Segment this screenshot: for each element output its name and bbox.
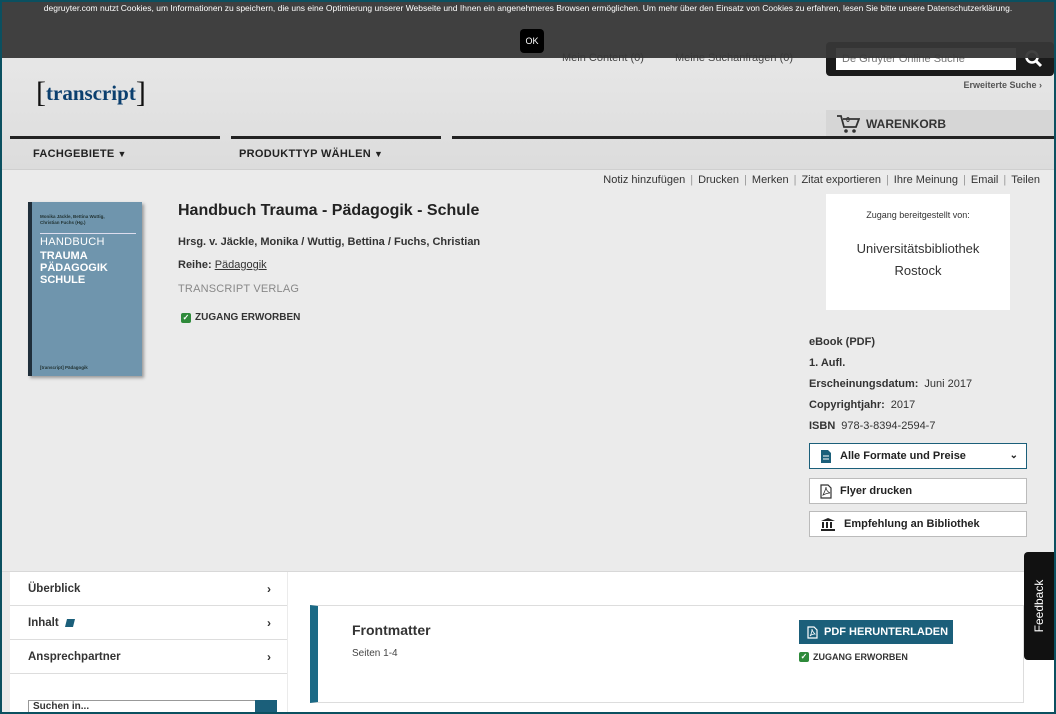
chevron-down-icon: ⌄ — [1009, 450, 1018, 461]
pdf-icon — [820, 483, 832, 499]
pdf-download-button[interactable]: PDF HERUNTERLADEN — [799, 620, 953, 644]
email-link[interactable]: Email — [971, 174, 999, 186]
frontmatter-pages: Seiten 1-4 — [352, 648, 398, 659]
cart-icon: 0 — [837, 115, 860, 133]
cover-publisher: [transcript] Pädagogik — [40, 365, 88, 370]
book-cover: Monika Jäckle, Bettina Wuttig, Christian… — [28, 202, 142, 376]
access-status: ✓ ZUGANG ERWORBEN — [181, 312, 301, 323]
frontmatter-access-status: ✓ ZUGANG ERWORBEN — [799, 652, 908, 662]
divider — [452, 136, 1054, 139]
frontmatter-card: Frontmatter Seiten 1-4 PDF HERUNTERLADEN… — [310, 605, 1024, 703]
divider — [10, 136, 220, 139]
chevron-right-icon: › — [267, 615, 271, 630]
recommend-library-button[interactable]: Empfehlung an Bibliothek — [809, 511, 1027, 537]
feedback-link[interactable]: Ihre Meinung — [894, 174, 958, 186]
edition: 1. Aufl. — [809, 357, 846, 369]
book-meta: eBook (PDF) 1. Aufl. Erscheinungsdatum: J… — [809, 336, 973, 432]
chevron-down-icon: ▼ — [117, 149, 127, 159]
cart-label: WARENKORB — [866, 117, 946, 131]
cart-button[interactable]: 0 WARENKORB — [826, 110, 1054, 138]
search-within-input[interactable]: Suchen in... — [28, 700, 270, 712]
action-bar: Notiz hinzufügen | Drucken | Merken | Zitat ex… — [603, 174, 1040, 186]
sidebar: Überblick › Inhalt › Ansprechpartner › Suc… — [10, 572, 287, 712]
cookie-banner: degruyter.com nutzt Cookies, um Informat… — [2, 2, 1054, 58]
pdf-icon — [807, 625, 818, 639]
sidebar-item-overview[interactable]: Überblick › — [10, 572, 287, 606]
document-icon — [821, 449, 831, 463]
checkmark-icon: ✓ — [799, 652, 809, 662]
sidebar-item-contents[interactable]: Inhalt › — [10, 606, 287, 640]
main-nav: FACHGEBIETE ▼ PRODUKTTYP WÄHLEN ▼ — [2, 142, 1054, 170]
svg-text:0: 0 — [846, 117, 850, 124]
nav-fachgebiete[interactable]: FACHGEBIETE ▼ — [33, 148, 127, 160]
isbn: 978-3-8394-2594-7 — [841, 420, 936, 432]
chevron-right-icon: › — [267, 581, 271, 596]
all-formats-button[interactable]: Alle Formate und Preise ⌄ — [809, 443, 1027, 469]
cover-handbuch: HANDBUCH — [40, 236, 105, 248]
print-flyer-button[interactable]: Flyer drucken — [809, 478, 1027, 504]
bookmark-link[interactable]: Merken — [752, 174, 789, 186]
main-content: Frontmatter Seiten 1-4 PDF HERUNTERLADEN… — [288, 572, 1054, 712]
transcript-logo[interactable]: [transcript] — [36, 74, 146, 109]
export-citation-link[interactable]: Zitat exportieren — [801, 174, 880, 186]
book-publisher: TRANSCRIPT VERLAG — [178, 283, 300, 295]
sidebar-item-contacts[interactable]: Ansprechpartner › — [10, 640, 287, 674]
publication-date: Juni 2017 — [924, 378, 973, 390]
checkmark-icon: ✓ — [181, 312, 191, 323]
share-link[interactable]: Teilen — [1011, 174, 1040, 186]
frontmatter-title[interactable]: Frontmatter — [352, 622, 431, 638]
book-icon — [64, 618, 75, 627]
copyright-year: 2017 — [890, 399, 916, 411]
advanced-search-link[interactable]: Erweiterte Suche › — [963, 80, 1042, 90]
cover-title: TRAUMA PÄDAGOGIK SCHULE — [40, 250, 108, 286]
add-note-link[interactable]: Notiz hinzufügen — [603, 174, 685, 186]
cover-authors: Monika Jäckle, Bettina Wuttig, Christian… — [40, 214, 105, 225]
search-within-button[interactable] — [255, 700, 277, 712]
chevron-right-icon: › — [267, 649, 271, 664]
book-series: Reihe: Pädagogik — [178, 259, 267, 271]
access-provider-box: Zugang bereitgestellt von: Universitätsb… — [826, 194, 1010, 310]
book-title: Handbuch Trauma - Pädagogik - Schule — [178, 202, 480, 219]
access-provider-name: Universitätsbibliothek Rostock — [856, 241, 980, 278]
print-link[interactable]: Drucken — [698, 174, 739, 186]
cookie-ok-button[interactable]: OK — [520, 29, 544, 53]
library-icon — [821, 518, 835, 531]
feedback-tab[interactable]: Feedback — [1024, 552, 1054, 660]
cookie-text: degruyter.com nutzt Cookies, um Informat… — [43, 3, 1013, 13]
chevron-down-icon: ▼ — [374, 149, 384, 159]
page-frame: Mein Content (0) Meine Suchanfragen (0) … — [2, 2, 1054, 712]
format: eBook (PDF) — [809, 336, 875, 348]
access-provider-label: Zugang bereitgestellt von: — [866, 210, 970, 220]
series-link[interactable]: Pädagogik — [215, 259, 267, 271]
divider — [231, 136, 441, 139]
nav-produkttyp[interactable]: PRODUKTTYP WÄHLEN ▼ — [239, 148, 383, 160]
book-editors: Hrsg. v. Jäckle, Monika / Wuttig, Bettin… — [178, 236, 481, 248]
content-section: Überblick › Inhalt › Ansprechpartner › Suc… — [2, 571, 1054, 712]
